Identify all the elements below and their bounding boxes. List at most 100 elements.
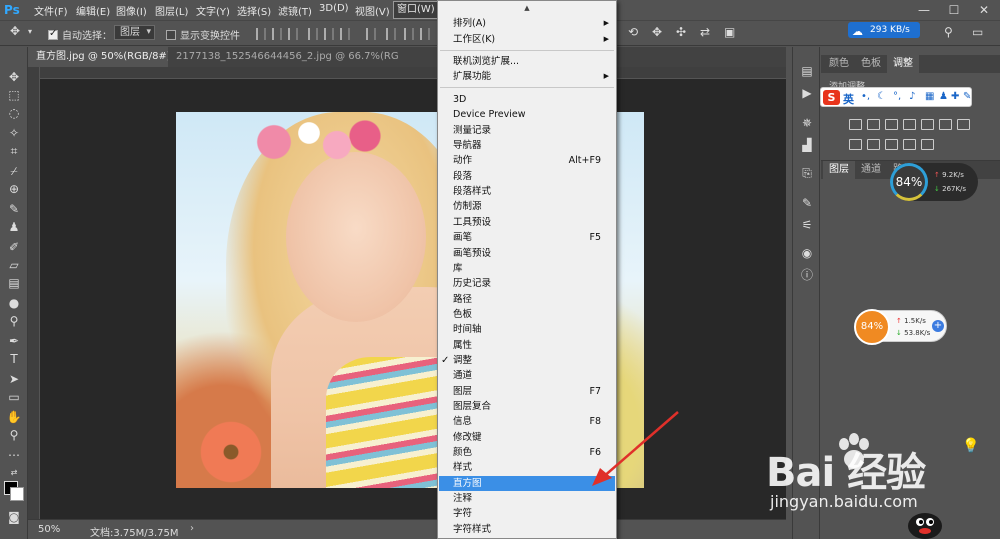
menu-item-arrange[interactable]: 排列(A) ▶ <box>439 16 615 31</box>
menu-item-panel[interactable]: 测量记录 <box>439 123 615 138</box>
distribute-left-icon[interactable] <box>420 28 430 40</box>
close-button[interactable]: ✕ <box>970 0 998 20</box>
lasso-tool-icon[interactable]: ◌ <box>6 105 22 121</box>
type-tool-icon[interactable]: T <box>6 351 22 367</box>
tab-channels[interactable]: 通道 <box>855 161 887 179</box>
network-monitor-widget-2[interactable]: 84% ↑ 1.5K/s ↓ 53.8K/s + <box>854 309 947 345</box>
tool-preset-dropdown[interactable]: ▾ <box>28 27 32 36</box>
vibrance-icon[interactable] <box>921 119 934 130</box>
history-brush-tool-icon[interactable]: ✐ <box>6 239 22 255</box>
menu-item-panel[interactable]: 导航器 <box>439 138 615 153</box>
align-left-icon[interactable] <box>308 28 318 40</box>
invert-icon[interactable] <box>903 139 916 150</box>
punctuation-icon[interactable]: •, <box>861 91 870 102</box>
ime-language[interactable]: 英 <box>843 91 854 107</box>
menu-item-panel[interactable]: 属性 <box>439 338 615 353</box>
distribute-vcenter-icon[interactable] <box>386 28 396 40</box>
ime-toolbar[interactable]: S 英 •, ☾ °, ♪ ▦ ♟ ✚ ✎ <box>820 87 972 107</box>
align-right-icon[interactable] <box>340 28 350 40</box>
clone-stamp-tool-icon[interactable]: ♟ <box>6 219 22 235</box>
gradient-tool-icon[interactable]: ▤ <box>6 275 22 291</box>
microphone-icon[interactable]: ♪ <box>909 91 915 102</box>
selective-color-icon[interactable] <box>885 139 898 150</box>
maximize-button[interactable]: ☐ <box>940 0 968 20</box>
menu-item-panel[interactable]: ✓ 调整 <box>439 353 615 368</box>
3d-rotate-icon[interactable]: ⟲ <box>628 25 638 39</box>
menu-item-panel[interactable]: Device Preview <box>439 107 615 122</box>
document-tab-active[interactable]: 直方图.jpg @ 50%(RGB/8#) × <box>28 47 168 67</box>
3d-scale-icon[interactable]: ▣ <box>724 25 735 39</box>
menu-item-panel[interactable]: 库 <box>439 261 615 276</box>
menu-item-panel[interactable]: 画笔预设 <box>439 246 615 261</box>
minimize-button[interactable]: — <box>910 0 938 20</box>
navigator-panel-icon[interactable]: ✵ <box>799 115 815 131</box>
tools-icon[interactable]: ✎ <box>963 91 971 102</box>
menu-view[interactable]: 视图(V) <box>355 3 390 18</box>
user-icon[interactable]: ♟ <box>939 91 948 102</box>
distribute-bottom-icon[interactable] <box>404 28 414 40</box>
menu-item-panel[interactable]: 注释 <box>439 491 615 506</box>
tab-layers[interactable]: 图层 <box>823 161 855 179</box>
gradient-map-icon[interactable] <box>867 139 880 150</box>
add-icon[interactable]: + <box>932 320 944 332</box>
menu-item-panel[interactable]: 工具预设 <box>439 215 615 230</box>
marquee-tool-icon[interactable]: ⬚ <box>6 87 22 103</box>
eraser-tool-icon[interactable]: ▱ <box>6 257 22 273</box>
cloud-speed-badge[interactable]: ☁ 293 KB/s <box>848 22 920 38</box>
menu-scroll-up-icon[interactable]: ▲ <box>438 4 616 12</box>
move-tool-icon[interactable]: ✥ <box>10 24 20 38</box>
auto-select-option[interactable]: 自动选择： <box>48 27 112 42</box>
libraries-panel-icon[interactable]: ◉ <box>799 245 815 261</box>
color-balance-icon[interactable] <box>939 119 952 130</box>
histogram-panel-icon[interactable]: ▟ <box>799 137 815 153</box>
curves-icon[interactable] <box>885 119 898 130</box>
menu-layer[interactable]: 图层(L) <box>155 3 188 18</box>
exposure-icon[interactable] <box>903 119 916 130</box>
align-bottom-icon[interactable] <box>288 28 298 40</box>
3d-pan-icon[interactable]: ✣ <box>676 25 686 39</box>
menu-edit[interactable]: 编辑(E) <box>76 3 110 18</box>
menu-window[interactable]: 窗口(W) <box>393 1 439 19</box>
show-transform-option[interactable]: 显示变换控件 <box>166 27 240 42</box>
moon-icon[interactable]: ☾ <box>877 91 886 102</box>
menu-item-extensions[interactable]: 扩展功能 ▶ <box>439 69 615 84</box>
menu-item-panel[interactable]: 色板 <box>439 307 615 322</box>
3d-roll-icon[interactable]: ✥ <box>652 25 662 39</box>
brightness-icon[interactable] <box>849 119 862 130</box>
auto-select-checkbox[interactable] <box>48 28 58 40</box>
menu-item-panel[interactable]: 画笔 F5 <box>439 230 615 245</box>
zoom-tool-icon[interactable]: ⚲ <box>6 427 22 443</box>
skin-icon[interactable]: ✚ <box>951 91 959 102</box>
menu-item-panel[interactable]: 时间轴 <box>439 322 615 337</box>
auto-select-dropdown[interactable]: 图层 <box>114 25 155 40</box>
3d-slide-icon[interactable]: ⇄ <box>700 25 710 39</box>
history-panel-icon[interactable]: ▤ <box>799 63 815 79</box>
clone-source-panel-icon[interactable]: ⎘ <box>799 165 815 181</box>
document-tab-inactive[interactable]: 2177138_152546644456_2.jpg @ 66.7%(RGB/8… <box>168 47 398 67</box>
menu-file[interactable]: 文件(F) <box>34 3 68 18</box>
eyedropper-tool-icon[interactable]: ⌿ <box>6 163 22 179</box>
workspace-icon[interactable]: ▭ <box>972 25 983 39</box>
distribute-top-icon[interactable] <box>366 28 376 40</box>
menu-filter[interactable]: 滤镜(T) <box>278 3 312 18</box>
menu-item-workspace[interactable]: 工作区(K) ▶ <box>439 32 615 47</box>
magic-wand-tool-icon[interactable]: ✧ <box>6 125 22 141</box>
menu-select[interactable]: 选择(S) <box>237 3 271 18</box>
menu-item-panel[interactable]: 段落样式 <box>439 184 615 199</box>
photo-filter-icon[interactable] <box>957 119 970 130</box>
menu-image[interactable]: 图像(I) <box>116 3 147 18</box>
align-top-icon[interactable] <box>256 28 266 40</box>
menu-3d[interactable]: 3D(D) <box>319 3 349 14</box>
levels-icon[interactable] <box>867 119 880 130</box>
background-color-swatch[interactable] <box>10 487 24 501</box>
status-menu-arrow-icon[interactable]: › <box>190 523 194 534</box>
network-monitor-widget[interactable]: 84% ↑ 9.2K/s ↓ 267K/s <box>890 163 978 201</box>
menu-item-panel[interactable]: 通道 <box>439 368 615 383</box>
menu-item-panel[interactable]: 3D <box>439 92 615 107</box>
menu-item-panel[interactable]: 历史记录 <box>439 276 615 291</box>
actions-panel-icon[interactable]: ▶ <box>799 85 815 101</box>
menu-item-panel[interactable]: 路径 <box>439 292 615 307</box>
symbol-icon[interactable]: °, <box>893 91 901 102</box>
tab-adjustments[interactable]: 调整 <box>887 55 919 73</box>
crop-tool-icon[interactable]: ⌗ <box>6 143 22 159</box>
